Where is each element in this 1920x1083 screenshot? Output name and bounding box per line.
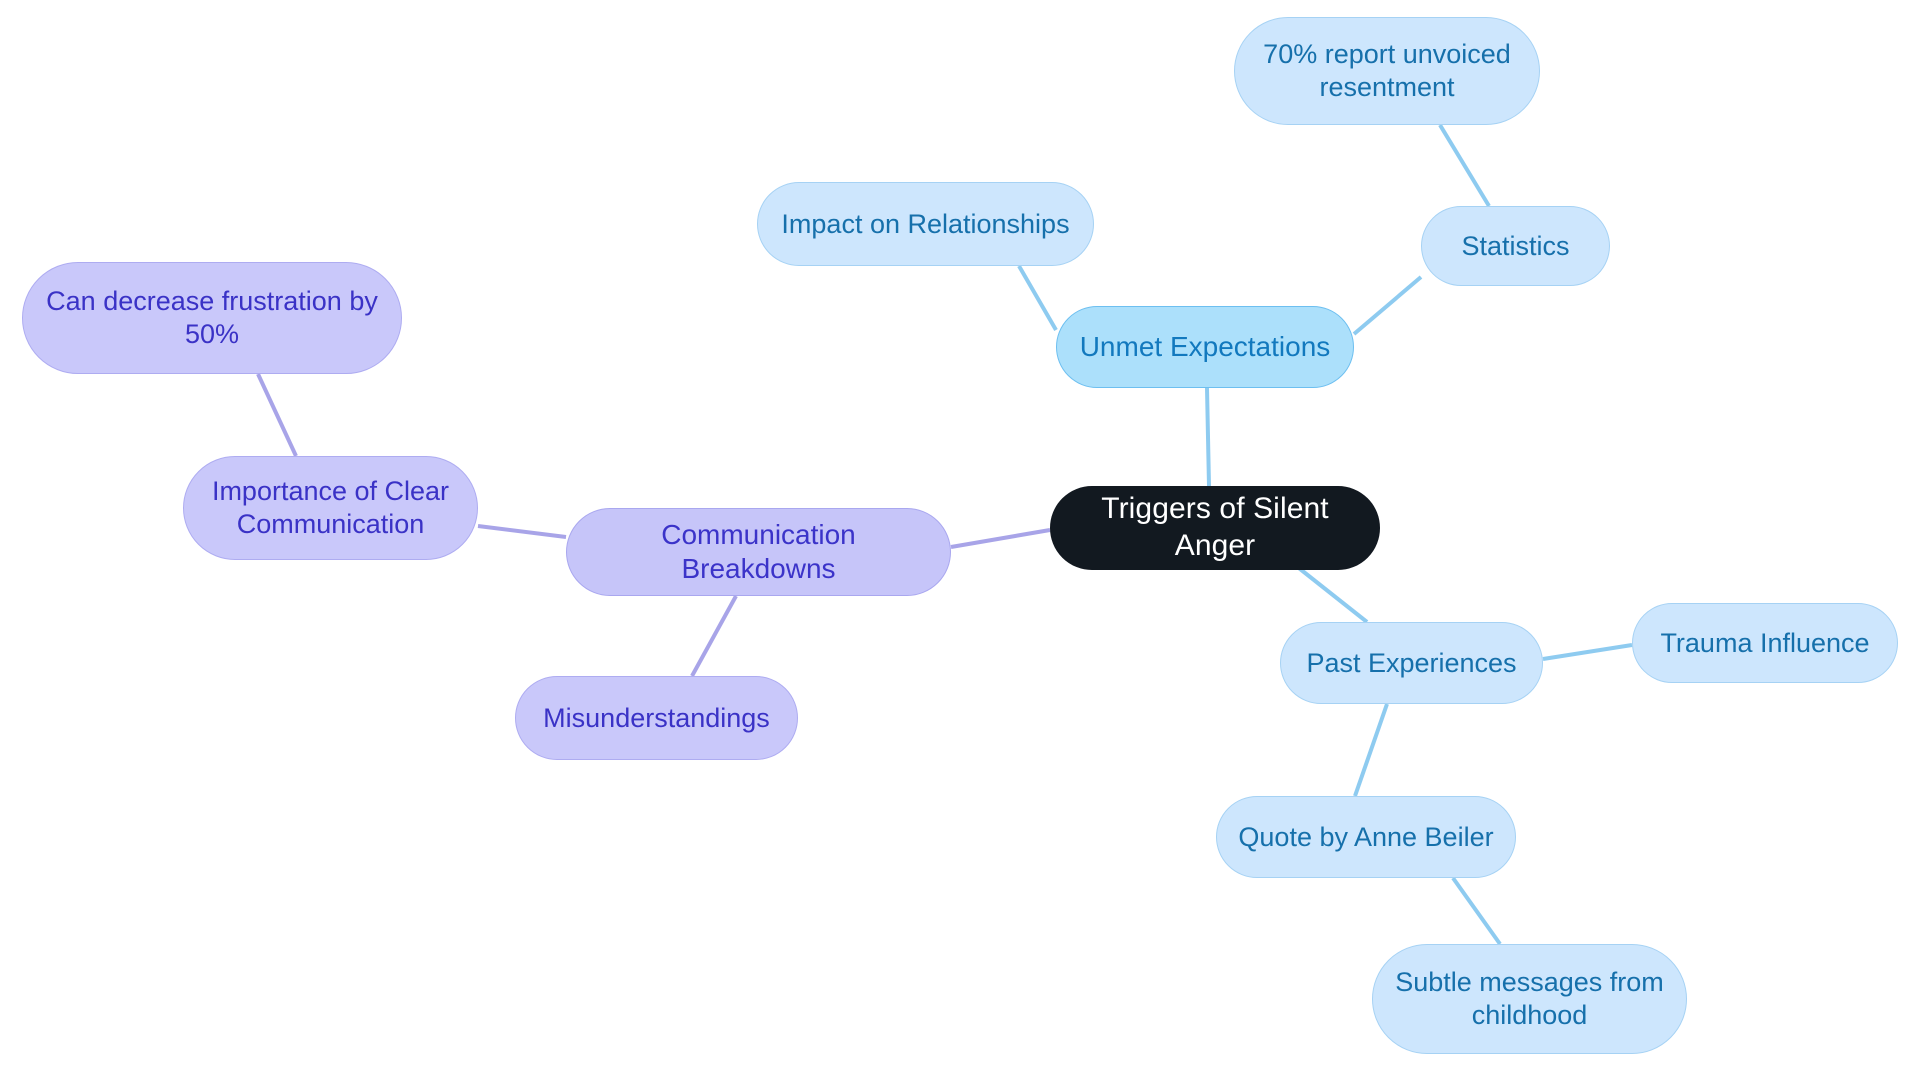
mindmap-node-clearcomm[interactable]: Importance of Clear Communication <box>183 456 478 560</box>
edge-root-to-unmet <box>1205 387 1211 487</box>
edge-past-to-trauma <box>1542 643 1633 661</box>
mindmap-node-root[interactable]: Triggers of Silent Anger <box>1050 486 1380 570</box>
mindmap-node-trauma[interactable]: Trauma Influence <box>1632 603 1898 683</box>
mindmap-node-unmet[interactable]: Unmet Expectations <box>1056 306 1354 388</box>
edge-statistics-to-seventy <box>1438 123 1491 208</box>
mindmap-node-impact[interactable]: Impact on Relationships <box>757 182 1094 266</box>
edge-unmet-to-impact <box>1017 264 1058 332</box>
edge-unmet-to-statistics <box>1352 275 1423 336</box>
mindmap-canvas: Triggers of Silent Anger Unmet Expectatio… <box>0 0 1920 1083</box>
mindmap-node-quote[interactable]: Quote by Anne Beiler <box>1216 796 1516 878</box>
mindmap-node-decrease[interactable]: Can decrease frustration by 50% <box>22 262 402 374</box>
edge-root-to-commbreak <box>950 528 1051 549</box>
mindmap-node-statistics[interactable]: Statistics <box>1421 206 1610 286</box>
mindmap-node-subtle[interactable]: Subtle messages from childhood <box>1372 944 1687 1054</box>
mindmap-node-seventy[interactable]: 70% report unvoiced resentment <box>1234 17 1540 125</box>
mindmap-node-past[interactable]: Past Experiences <box>1280 622 1543 704</box>
mindmap-node-misunder[interactable]: Misunderstandings <box>515 676 798 760</box>
edge-quote-to-subtle <box>1451 876 1502 946</box>
edge-commbreak-to-clearcomm <box>477 524 567 539</box>
edge-root-to-past <box>1293 563 1369 624</box>
edge-past-to-quote <box>1353 703 1389 797</box>
edge-clearcomm-to-decrease <box>256 373 298 457</box>
edge-commbreak-to-misunder <box>690 595 738 677</box>
mindmap-node-commbreak[interactable]: Communication Breakdowns <box>566 508 951 596</box>
